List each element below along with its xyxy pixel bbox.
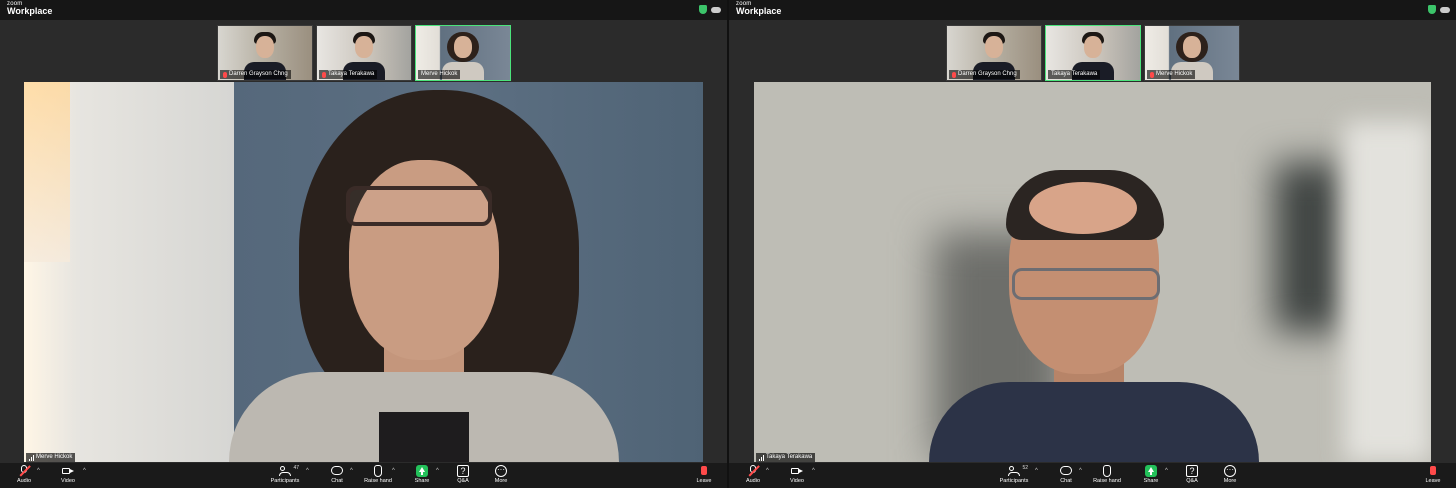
title-bar: zoom Workplace: [0, 0, 727, 20]
raise-hand-options-caret[interactable]: ^: [392, 468, 395, 474]
more-button[interactable]: More: [481, 465, 521, 484]
raise-hand-icon: [372, 465, 384, 477]
logo-workplace-text: Workplace: [736, 6, 782, 16]
chat-icon: [1060, 465, 1072, 477]
thumbnail-merve[interactable]: Merve Hickok: [1144, 25, 1240, 81]
thumbnail-label: Darren Grayson Chng: [949, 70, 1020, 79]
active-speaker-video: Takaya Terakawa: [754, 82, 1431, 462]
participant-name: Takaya Terakawa: [328, 71, 375, 77]
thumbnail-strip: Darren Grayson Chng Takaya Terakawa Merv…: [217, 25, 511, 81]
participant-name: Darren Grayson Chng: [958, 71, 1017, 77]
mic-muted-icon: [18, 465, 30, 477]
participants-options-caret[interactable]: ^: [1035, 468, 1038, 474]
encryption-shield-icon[interactable]: [699, 5, 707, 14]
video-options-caret[interactable]: ^: [812, 468, 815, 474]
meeting-toolbar: Audio ^ Video ^ 52 Participants ^ Chat ^ …: [729, 463, 1456, 488]
thumbnail-label: Darren Grayson Chng: [220, 70, 291, 79]
logo-workplace-text: Workplace: [7, 6, 53, 16]
meeting-stage: Darren Grayson Chng Takaya Terakawa Merv…: [0, 20, 727, 463]
share-screen-icon: [1145, 465, 1157, 477]
share-screen-icon: [416, 465, 428, 477]
active-speaker-video: Merve Hickok: [24, 82, 703, 462]
participants-icon: [1008, 465, 1020, 477]
app-logo: zoom Workplace: [7, 1, 52, 16]
title-bar: zoom Workplace: [729, 0, 1456, 20]
speaker-name-tag: Merve Hickok: [26, 453, 76, 462]
meeting-toolbar: Audio ^ Video ^ 47 Participants ^ Chat ^ …: [0, 463, 727, 488]
signal-bars-icon: [759, 454, 764, 461]
more-button[interactable]: More: [1210, 465, 1250, 484]
raise-hand-icon: [1101, 465, 1113, 477]
audio-options-caret[interactable]: ^: [37, 468, 40, 474]
chat-options-caret[interactable]: ^: [1079, 468, 1082, 474]
participant-name: Merve Hickok: [421, 71, 458, 77]
participants-count: 47: [293, 465, 299, 471]
more-icon: [495, 465, 507, 477]
leave-button[interactable]: Leave: [1413, 465, 1453, 484]
thumbnail-label: Merve Hickok: [1147, 70, 1196, 79]
speaker-name-tag: Takaya Terakawa: [756, 453, 816, 462]
qa-icon: [457, 465, 469, 477]
chat-options-caret[interactable]: ^: [350, 468, 353, 474]
video-camera-icon: [791, 465, 803, 477]
participants-options-caret[interactable]: ^: [306, 468, 309, 474]
raise-hand-button[interactable]: Raise hand: [1087, 465, 1127, 484]
thumbnail-darren[interactable]: Darren Grayson Chng: [217, 25, 313, 81]
muted-mic-icon: [1150, 71, 1154, 78]
leave-icon: [1427, 465, 1439, 477]
thumbnail-strip: Darren Grayson Chng Takaya Terakawa Merv…: [946, 25, 1240, 81]
share-options-caret[interactable]: ^: [436, 468, 439, 474]
participants-button[interactable]: 47 Participants: [265, 465, 305, 484]
video-options-caret[interactable]: ^: [83, 468, 86, 474]
thumbnail-takaya[interactable]: Takaya Terakawa: [316, 25, 412, 81]
thumbnail-label: Takaya Terakawa: [319, 70, 378, 79]
mic-muted-icon: [747, 465, 759, 477]
muted-mic-icon: [322, 71, 326, 78]
chat-icon: [331, 465, 343, 477]
participant-name: Takaya Terakawa: [1051, 71, 1098, 77]
cloud-recording-icon[interactable]: [711, 6, 721, 13]
thumbnail-label: Takaya Terakawa: [1048, 70, 1101, 79]
speaker-name: Takaya Terakawa: [766, 454, 813, 460]
thumbnail-takaya[interactable]: Takaya Terakawa: [1045, 25, 1141, 81]
thumbnail-label: Merve Hickok: [418, 70, 461, 79]
zoom-window-right: zoom Workplace Darren Grayson Chng Takay…: [729, 0, 1456, 488]
participants-button[interactable]: 52 Participants: [994, 465, 1034, 484]
participant-name: Darren Grayson Chng: [229, 71, 288, 77]
zoom-window-left: zoom Workplace Darren Grayson Chng Takay…: [0, 0, 727, 488]
qa-icon: [1186, 465, 1198, 477]
thumbnail-darren[interactable]: Darren Grayson Chng: [946, 25, 1042, 81]
app-logo: zoom Workplace: [736, 1, 781, 16]
leave-button[interactable]: Leave: [684, 465, 724, 484]
muted-mic-icon: [952, 71, 956, 78]
signal-bars-icon: [29, 454, 34, 461]
meeting-stage: Darren Grayson Chng Takaya Terakawa Merv…: [729, 20, 1456, 463]
video-camera-icon: [62, 465, 74, 477]
thumbnail-merve[interactable]: Merve Hickok: [415, 25, 511, 81]
leave-icon: [698, 465, 710, 477]
video-button[interactable]: Video: [48, 465, 88, 484]
speaker-name: Merve Hickok: [36, 454, 73, 460]
video-button[interactable]: Video: [777, 465, 817, 484]
share-button[interactable]: Share: [1131, 465, 1171, 484]
audio-options-caret[interactable]: ^: [766, 468, 769, 474]
qa-button[interactable]: Q&A: [1172, 465, 1212, 484]
encryption-shield-icon[interactable]: [1428, 5, 1436, 14]
more-icon: [1224, 465, 1236, 477]
participant-name: Merve Hickok: [1156, 71, 1193, 77]
muted-mic-icon: [223, 71, 227, 78]
participants-icon: [279, 465, 291, 477]
cloud-recording-icon[interactable]: [1440, 6, 1450, 13]
participants-count: 52: [1022, 465, 1028, 471]
qa-button[interactable]: Q&A: [443, 465, 483, 484]
